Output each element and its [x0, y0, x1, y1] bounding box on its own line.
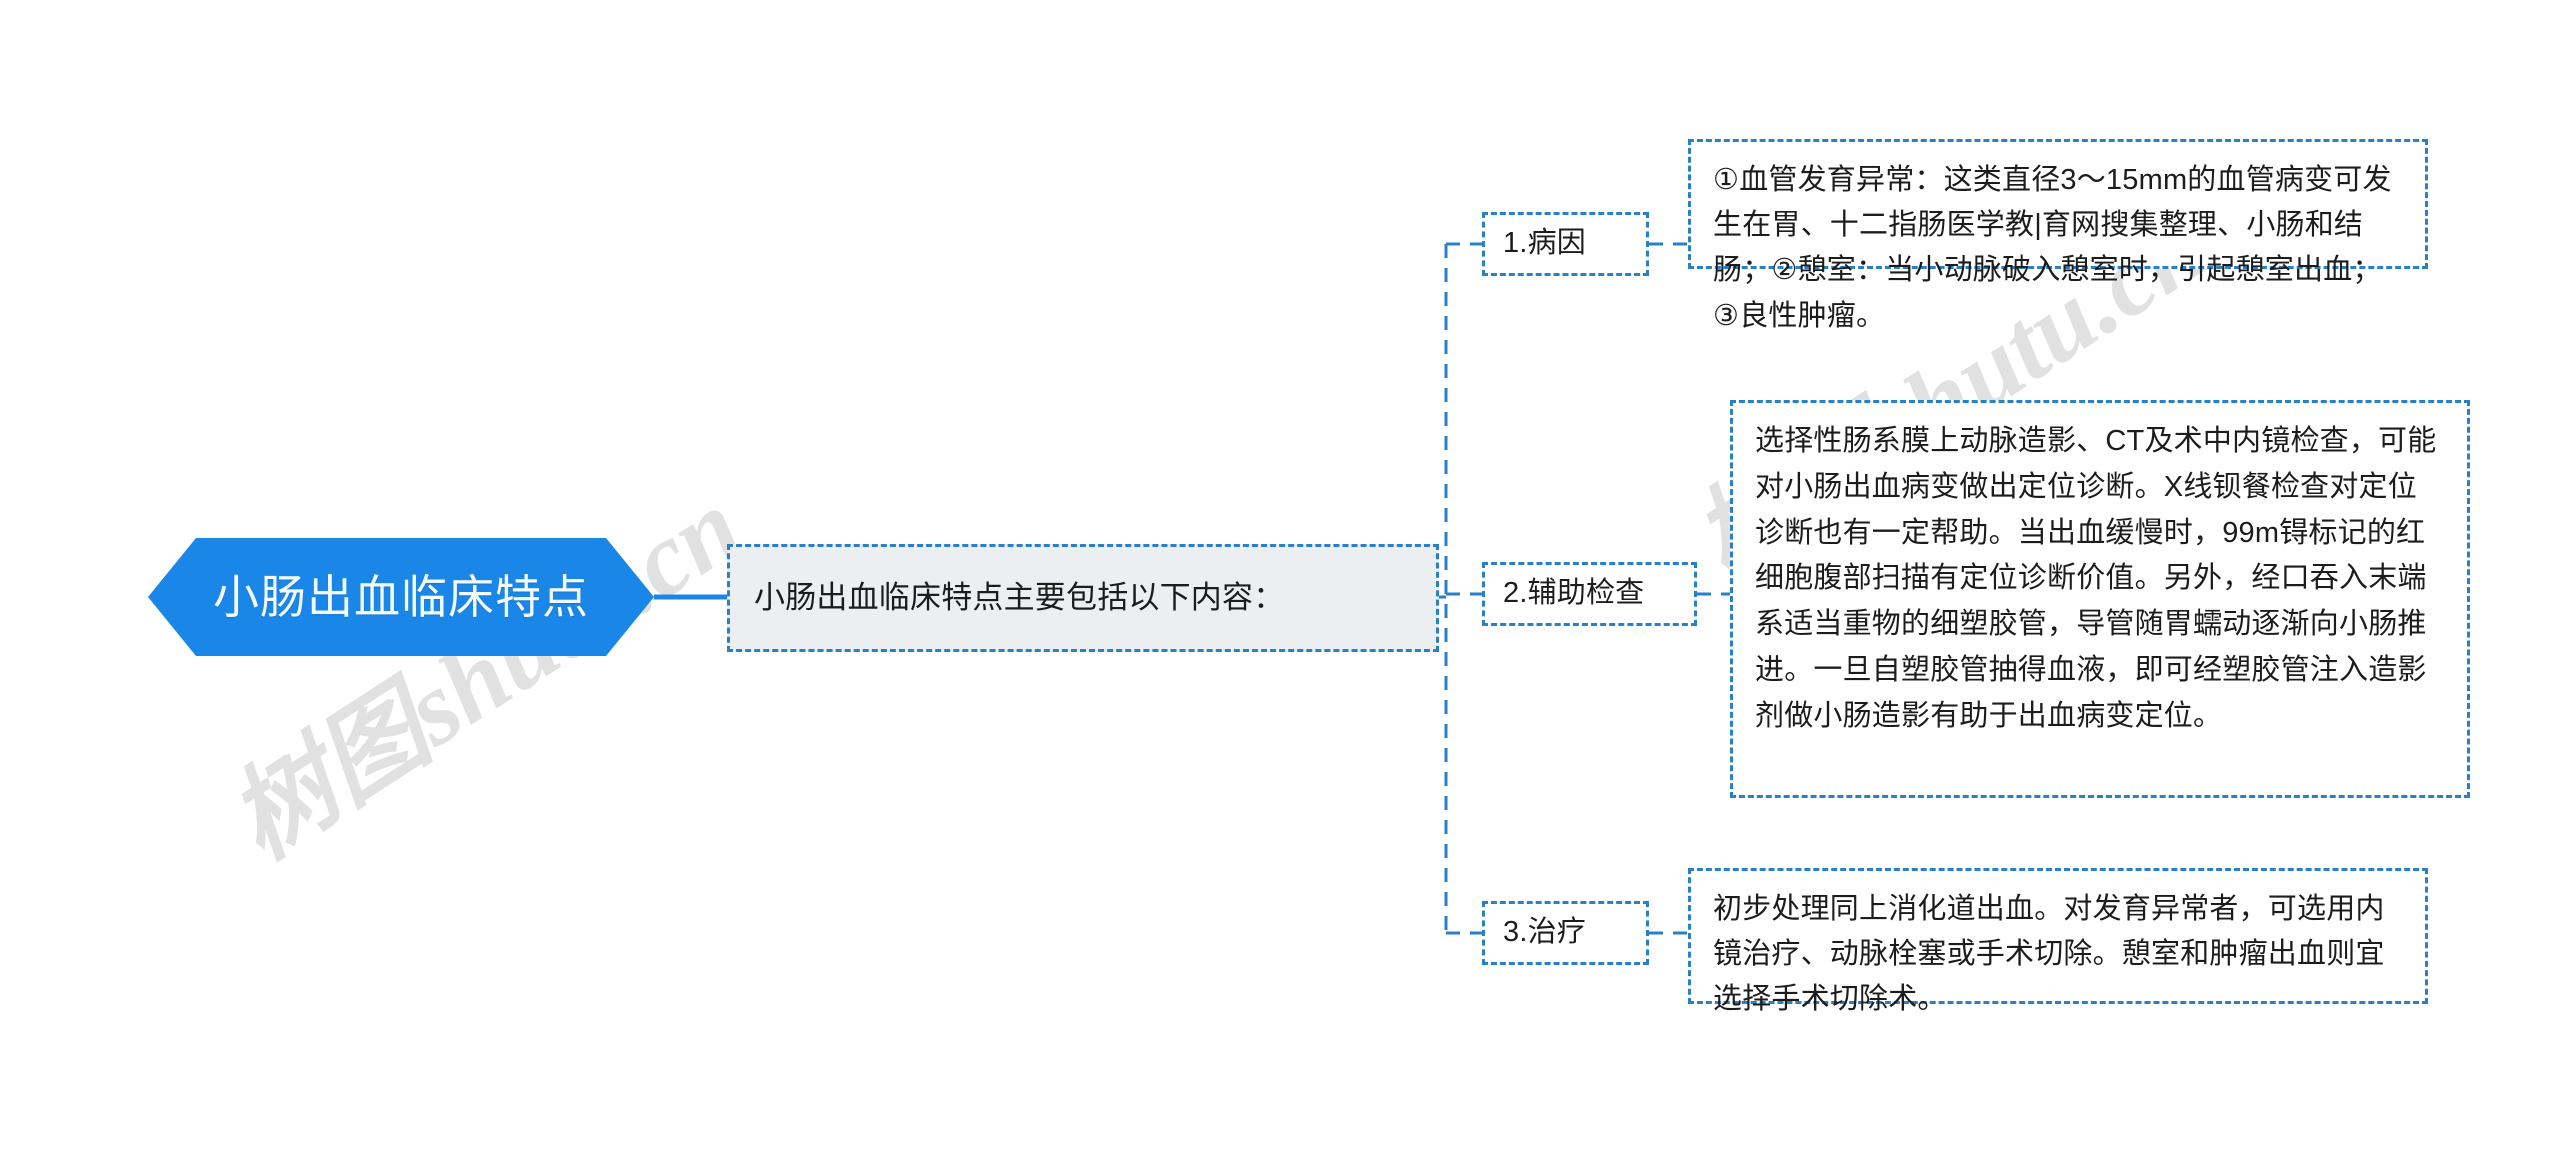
branch-label-3-text: 3.治疗 [1503, 916, 1586, 949]
summary-node-text: 小肠出血临床特点主要包括以下内容： [754, 579, 1285, 615]
root-node[interactable]: 小肠出血临床特点 [148, 538, 654, 656]
branch-label-1[interactable]: 1.病因 [1482, 212, 1649, 276]
branch-content-2[interactable]: 选择性肠系膜上动脉造影、CT及术中内镜检查，可能对小肠出血病变做出定位诊断。X线… [1730, 400, 2470, 798]
branch-content-1-text: ①血管发育异常：这类直径3～15mm的血管病变可发生在胃、十二指肠医学教|育网搜… [1713, 164, 2392, 332]
mindmap-canvas: 树图shutu.cn 树图shutu.cn 小肠出血临床特点 小肠出血临床特点主… [0, 0, 2560, 1158]
branch-label-1-text: 1.病因 [1503, 227, 1586, 260]
branch-label-2-text: 2.辅助检查 [1503, 577, 1645, 610]
branch-content-3-text: 初步处理同上消化道出血。对发育异常者，可选用内镜治疗、动脉栓塞或手术切除。憩室和… [1713, 893, 2385, 1016]
branch-label-3[interactable]: 3.治疗 [1482, 901, 1649, 965]
branch-label-2[interactable]: 2.辅助检查 [1482, 562, 1697, 626]
branch-content-2-text: 选择性肠系膜上动脉造影、CT及术中内镜检查，可能对小肠出血病变做出定位诊断。X线… [1755, 425, 2437, 732]
summary-node[interactable]: 小肠出血临床特点主要包括以下内容： [727, 544, 1439, 652]
root-node-label: 小肠出血临床特点 [213, 571, 589, 623]
watermark-left: 树图shutu.cn [210, 467, 761, 881]
branch-content-3[interactable]: 初步处理同上消化道出血。对发育异常者，可选用内镜治疗、动脉栓塞或手术切除。憩室和… [1688, 868, 2428, 1015]
branch-content-1[interactable]: ①血管发育异常：这类直径3～15mm的血管病变可发生在胃、十二指肠医学教|育网搜… [1688, 139, 2428, 332]
